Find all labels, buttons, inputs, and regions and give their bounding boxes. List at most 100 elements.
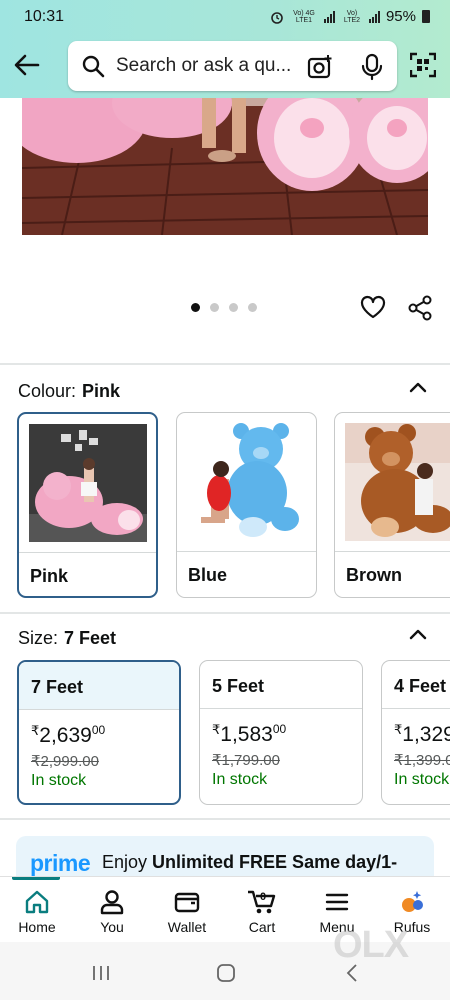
size-option-stock: In stock bbox=[394, 771, 450, 788]
header-band: 10:31 Vo) 4G LTE1 Vo) LTE2 95% bbox=[0, 0, 450, 98]
size-selected-value: 7 Feet bbox=[64, 628, 117, 648]
size-option-header: 5 Feet bbox=[200, 661, 362, 708]
colour-label-text: Colour: bbox=[18, 381, 77, 401]
battery-icon bbox=[422, 10, 430, 23]
sim1-label: Vo) 4G LTE1 bbox=[293, 9, 315, 24]
size-option-stock: In stock bbox=[31, 772, 87, 789]
card-separator bbox=[200, 708, 362, 709]
search-input[interactable] bbox=[116, 41, 306, 91]
size-option-5-feet[interactable]: 5 Feet ₹1,58300 ₹1,799.00 In stock bbox=[199, 660, 363, 805]
image-carousel-dots[interactable] bbox=[191, 303, 257, 312]
card-separator bbox=[19, 709, 179, 710]
signal1-icon bbox=[323, 10, 335, 23]
card-separator bbox=[19, 552, 156, 553]
nav-item-wallet[interactable]: Wallet bbox=[152, 885, 222, 941]
colour-thumbnail bbox=[29, 424, 147, 542]
status-indicators: Vo) 4G LTE1 Vo) LTE2 95% bbox=[270, 8, 430, 25]
carousel-dot[interactable] bbox=[191, 303, 200, 312]
pink-bear-image bbox=[29, 424, 147, 542]
card-separator bbox=[382, 708, 450, 709]
home-button-icon[interactable] bbox=[216, 963, 236, 983]
card-separator bbox=[177, 551, 316, 552]
blue-bear-image bbox=[187, 423, 305, 541]
recent-apps-icon[interactable] bbox=[91, 964, 111, 982]
size-option-mrp: ₹1,399.00 bbox=[394, 752, 450, 769]
chevron-up-icon[interactable] bbox=[408, 627, 428, 641]
prime-promo-text: Enjoy Unlimited FREE Same day/1- bbox=[102, 852, 397, 873]
price-whole: 1,583 bbox=[220, 723, 273, 746]
wallet-icon bbox=[174, 892, 200, 913]
status-bar: 10:31 Vo) 4G LTE1 Vo) LTE2 95% bbox=[0, 0, 450, 34]
size-label: Size: 7 Feet bbox=[18, 628, 116, 649]
size-option-price: ₹2,63900 bbox=[31, 723, 105, 748]
cart-icon: 0 bbox=[248, 890, 276, 914]
size-option-name: 7 Feet bbox=[31, 677, 84, 697]
price-fraction: 00 bbox=[272, 722, 287, 736]
colour-option-brown[interactable]: Brown bbox=[334, 412, 450, 598]
size-option-price: ₹1,58300 bbox=[212, 722, 286, 747]
prime-logo: prime bbox=[30, 850, 91, 876]
size-option-price: ₹1,32900 bbox=[394, 722, 450, 747]
colour-option-name: Blue bbox=[188, 565, 228, 585]
section-divider bbox=[0, 818, 450, 820]
size-option-mrp: ₹2,999.00 bbox=[31, 753, 99, 770]
size-option-mrp: ₹1,799.00 bbox=[212, 752, 280, 769]
colour-option-name: Pink bbox=[30, 566, 69, 586]
nav-item-home[interactable]: Home bbox=[2, 885, 72, 941]
size-label-text: Size: bbox=[18, 628, 59, 648]
size-option-7-feet[interactable]: 7 Feet ₹2,63900 ₹2,999.00 In stock bbox=[17, 660, 181, 805]
colour-thumbnail bbox=[187, 423, 305, 541]
product-page: 10:31 Vo) 4G LTE1 Vo) LTE2 95% Search or… bbox=[0, 0, 450, 1000]
menu-icon bbox=[325, 893, 349, 911]
section-divider bbox=[0, 612, 450, 614]
microphone-icon[interactable] bbox=[360, 53, 384, 81]
carousel-dot[interactable] bbox=[210, 303, 219, 312]
home-icon bbox=[25, 890, 49, 914]
size-option-header: 7 Feet bbox=[19, 662, 179, 709]
nav-item-you[interactable]: You bbox=[77, 885, 147, 941]
chevron-up-icon[interactable] bbox=[408, 380, 428, 394]
prime-text-prefix: Enjoy bbox=[102, 852, 148, 872]
nav-label: Home bbox=[18, 919, 56, 935]
camera-search-icon[interactable] bbox=[307, 54, 333, 80]
nav-label: Cart bbox=[248, 919, 276, 935]
search-bar[interactable] bbox=[68, 41, 397, 91]
qr-scan-icon[interactable] bbox=[410, 52, 436, 78]
cart-count: 0 bbox=[260, 891, 266, 903]
rufus-icon bbox=[402, 891, 423, 912]
olx-watermark: OLX bbox=[333, 924, 409, 966]
share-icon[interactable] bbox=[407, 295, 433, 321]
price-whole: 2,639 bbox=[39, 724, 92, 747]
nav-label: Wallet bbox=[167, 919, 207, 935]
prime-text-bold: Unlimited FREE Same day/1- bbox=[152, 852, 398, 872]
sim2-label: Vo) LTE2 bbox=[343, 9, 361, 24]
colour-option-pink[interactable]: Pink bbox=[17, 412, 158, 598]
nav-label: You bbox=[100, 919, 124, 935]
heart-icon[interactable] bbox=[360, 295, 386, 319]
back-button[interactable] bbox=[12, 50, 42, 80]
arrow-left-icon bbox=[14, 54, 40, 76]
nav-active-indicator bbox=[12, 877, 60, 880]
carousel-dot[interactable] bbox=[229, 303, 238, 312]
colour-label: Colour: Pink bbox=[18, 381, 120, 402]
size-option-name: 4 Feet bbox=[394, 676, 447, 696]
price-whole: 1,329 bbox=[402, 723, 450, 746]
price-fraction: 00 bbox=[91, 723, 106, 737]
brown-bear-image bbox=[345, 423, 450, 541]
colour-selected-value: Pink bbox=[82, 381, 121, 401]
nav-item-cart[interactable]: 0 Cart bbox=[227, 885, 297, 941]
carousel-dot[interactable] bbox=[248, 303, 257, 312]
card-separator bbox=[335, 551, 450, 552]
colour-option-blue[interactable]: Blue bbox=[176, 412, 317, 598]
size-option-name: 5 Feet bbox=[212, 676, 265, 696]
product-photo bbox=[22, 98, 428, 235]
size-option-header: 4 Feet bbox=[382, 661, 450, 708]
product-image[interactable] bbox=[22, 98, 428, 235]
size-option-stock: In stock bbox=[212, 771, 268, 788]
user-icon bbox=[100, 890, 124, 915]
battery-percent: 95% bbox=[385, 8, 416, 25]
size-option-4-feet[interactable]: 4 Feet ₹1,32900 ₹1,399.00 In stock bbox=[381, 660, 450, 805]
alarm-icon bbox=[271, 11, 283, 24]
colour-thumbnail bbox=[345, 423, 450, 541]
signal2-icon bbox=[368, 10, 380, 23]
